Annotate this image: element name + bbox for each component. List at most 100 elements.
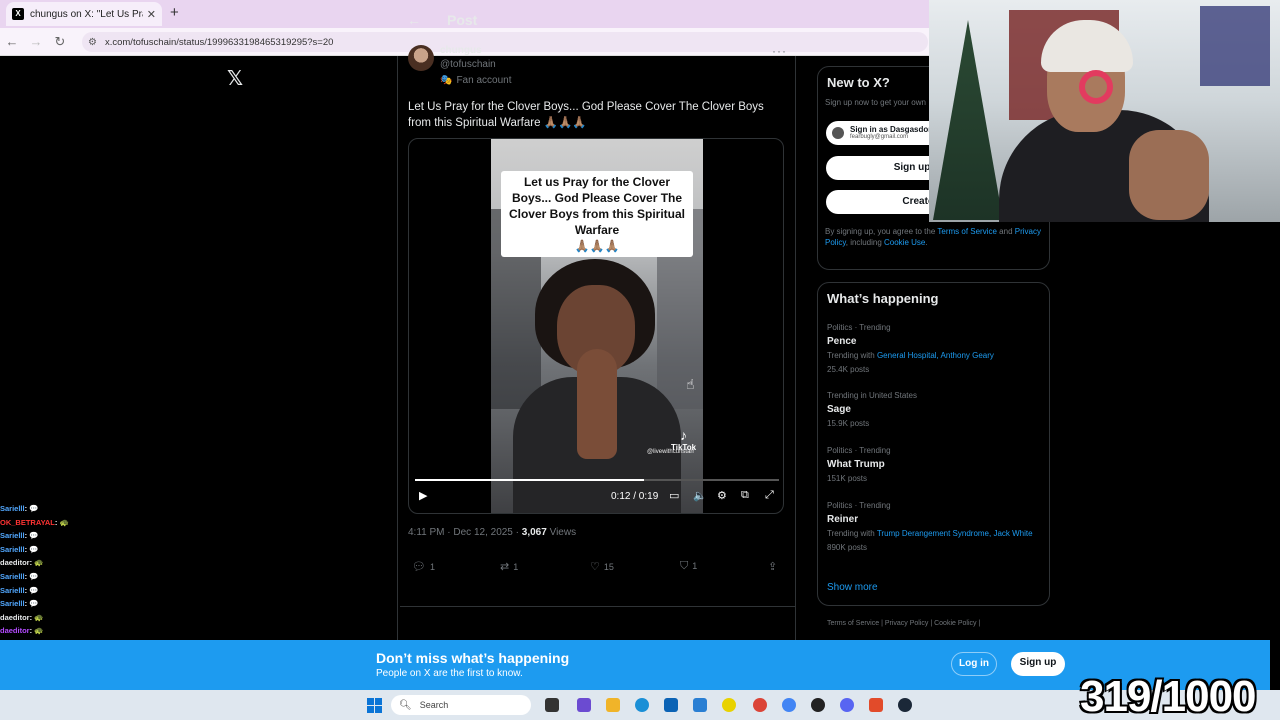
app-icon[interactable] xyxy=(722,698,736,712)
chat-message: Sarielll: 💬 xyxy=(0,543,210,557)
trend-category: Trending in United States xyxy=(827,391,917,400)
mouse-cursor-icon: ☝ xyxy=(686,376,695,392)
screen: X chungus on X: "Let Us Pray for ✕ + ← →… xyxy=(0,0,1280,720)
trend-category: Politics · Trending xyxy=(827,501,891,510)
chat-text: : 🐢 xyxy=(29,612,44,622)
back-arrow-icon[interactable]: ← xyxy=(0,34,24,49)
shelf xyxy=(1200,6,1270,86)
caption-emoji: 🙏🏽🙏🏽🙏🏽 xyxy=(574,239,620,253)
post-meta: 4:11 PM · Dec 12, 2025 · 3,067 Views xyxy=(408,527,576,538)
store-icon[interactable] xyxy=(664,698,678,712)
trend-with-links[interactable]: Trump Derangement Syndrome, Jack White xyxy=(877,529,1033,538)
trend-item[interactable]: Politics · Trending Reiner Trending with… xyxy=(827,501,1042,552)
like-count: 15 xyxy=(603,562,614,572)
discord-icon[interactable] xyxy=(840,698,854,712)
x-logo-icon[interactable]: 𝕏 xyxy=(227,66,243,91)
chat-message: Sarielll: 💬 xyxy=(0,529,210,543)
trend-item[interactable]: Politics · Trending What Trump 151K post… xyxy=(827,446,1042,483)
address-bar[interactable]: ⚙ x.com/tofuschain/status/19996331984653… xyxy=(82,32,928,52)
author-handle[interactable]: @tofuschain xyxy=(440,59,496,70)
christmas-tree xyxy=(933,20,1003,220)
site-info-icon[interactable]: ⚙ xyxy=(88,37,97,48)
mask-icon: 🎭 xyxy=(440,75,453,86)
taskview-icon[interactable] xyxy=(545,698,559,712)
trend-item[interactable]: Politics · Trending Pence Trending with … xyxy=(827,323,1042,374)
trend-with-links[interactable]: General Hospital, Anthony Geary xyxy=(877,351,994,360)
chrome-icon[interactable] xyxy=(782,698,796,712)
search-icon: 🔍︎ xyxy=(399,699,412,711)
steam-icon[interactable] xyxy=(898,698,912,712)
terms-text: and xyxy=(996,227,1015,236)
footer-links[interactable]: Terms of Service | Privacy Policy | Cook… xyxy=(827,620,980,627)
cookie-link[interactable]: Cookie Use xyxy=(884,238,925,247)
back-arrow-icon[interactable]: ← xyxy=(407,12,421,28)
goal-counter: 319/1000 xyxy=(1080,672,1257,720)
video-player[interactable]: Let us Pray for the Clover Boys... God P… xyxy=(408,138,784,514)
trend-with-label: Trending with xyxy=(827,351,877,360)
reload-icon[interactable]: ↻ xyxy=(48,34,72,50)
chat-username: daeditor xyxy=(0,626,30,636)
share-icon[interactable]: ⇪ xyxy=(768,560,777,573)
trend-count: 25.4K posts xyxy=(827,365,870,374)
url-text: x.com/tofuschain/status/1999633198465319… xyxy=(104,36,334,48)
tiktok-handle: @livewithcurlstarr xyxy=(647,449,695,455)
video-caption: Let us Pray for the Clover Boys... God P… xyxy=(501,171,693,257)
avatar[interactable] xyxy=(408,45,434,71)
post-text: Let Us Pray for the Clover Boys... God P… xyxy=(408,101,764,129)
file-explorer-icon[interactable] xyxy=(606,698,620,712)
reply-button[interactable]: 💬︎ 1 xyxy=(412,560,435,573)
author-name[interactable]: chungus xyxy=(440,45,482,56)
app-icon[interactable] xyxy=(811,698,825,712)
show-more-link[interactable]: Show more xyxy=(827,582,878,593)
chat-message: OK_BETRAYAL: 🐢 xyxy=(0,516,210,530)
trend-name: Reiner xyxy=(827,514,859,525)
chat-message: Sarielll: 💬 xyxy=(0,597,210,611)
trend-item[interactable]: Trending in United States Sage 15.9K pos… xyxy=(827,391,1042,428)
edge-icon[interactable] xyxy=(635,698,649,712)
forward-arrow-icon[interactable]: → xyxy=(24,34,48,49)
more-options-icon[interactable]: ··· xyxy=(772,44,787,58)
captions-icon[interactable]: ▭ xyxy=(669,489,679,502)
bookmark-button[interactable]: ⛉ 1 xyxy=(680,560,697,573)
column-divider xyxy=(397,56,398,640)
settings-gear-icon[interactable]: ⚙ xyxy=(717,489,727,502)
video-time: 0:12 / 0:19 xyxy=(611,491,659,502)
play-icon[interactable]: ▶ xyxy=(419,489,427,502)
fullscreen-icon[interactable]: ⤢ xyxy=(765,489,774,502)
views-count: 3,067 xyxy=(521,527,547,538)
webcam-overlay xyxy=(929,0,1280,222)
column-divider xyxy=(795,56,796,640)
video-progress-bar[interactable] xyxy=(415,479,779,481)
terms-text: , including xyxy=(845,238,884,247)
caption-text: Let us Pray for the Clover Boys... God P… xyxy=(508,175,686,237)
pip-icon[interactable]: ⧉ xyxy=(741,489,749,502)
like-button[interactable]: ♡ 15 xyxy=(590,560,614,573)
views-label: Views xyxy=(546,527,577,538)
tab-close-icon[interactable]: ✕ xyxy=(147,8,156,21)
signup-button[interactable]: Sign up xyxy=(1011,652,1065,676)
new-tab-button[interactable]: + xyxy=(170,4,179,21)
headphones xyxy=(1079,70,1113,104)
login-button[interactable]: Log in xyxy=(951,652,997,676)
trend-related: Trending with General Hospital, Anthony … xyxy=(827,351,1042,361)
browser-tab[interactable]: X chungus on X: "Let Us Pray for ✕ xyxy=(6,2,162,26)
taskbar-search[interactable]: 🔍︎ Search xyxy=(391,695,531,715)
windows-start-icon[interactable] xyxy=(367,698,382,713)
post-timestamp[interactable]: 4:11 PM · Dec 12, 2025 · xyxy=(408,527,522,538)
chat-text: : 🐢 xyxy=(54,517,69,527)
app-icon[interactable] xyxy=(577,698,591,712)
banner-subtext: People on X are the first to know. xyxy=(376,668,523,679)
volume-icon[interactable]: 🔈 xyxy=(693,489,707,502)
chat-message: Sarielll: 💬 xyxy=(0,502,210,516)
terms-link[interactable]: Terms of Service xyxy=(937,227,997,236)
trend-related: Trending with Trump Derangement Syndrome… xyxy=(827,529,1042,539)
repost-button[interactable]: ⇄ 1 xyxy=(500,560,518,573)
app-icon[interactable] xyxy=(693,698,707,712)
chat-text: : 💬 xyxy=(24,531,39,541)
divider xyxy=(400,606,795,607)
app-icon[interactable] xyxy=(869,698,883,712)
signup-terms: By signing up, you agree to the Terms of… xyxy=(825,226,1050,248)
reply-icon: 💬︎ xyxy=(412,561,426,573)
video-progress-fill xyxy=(415,479,645,481)
chrome-icon[interactable] xyxy=(753,698,767,712)
